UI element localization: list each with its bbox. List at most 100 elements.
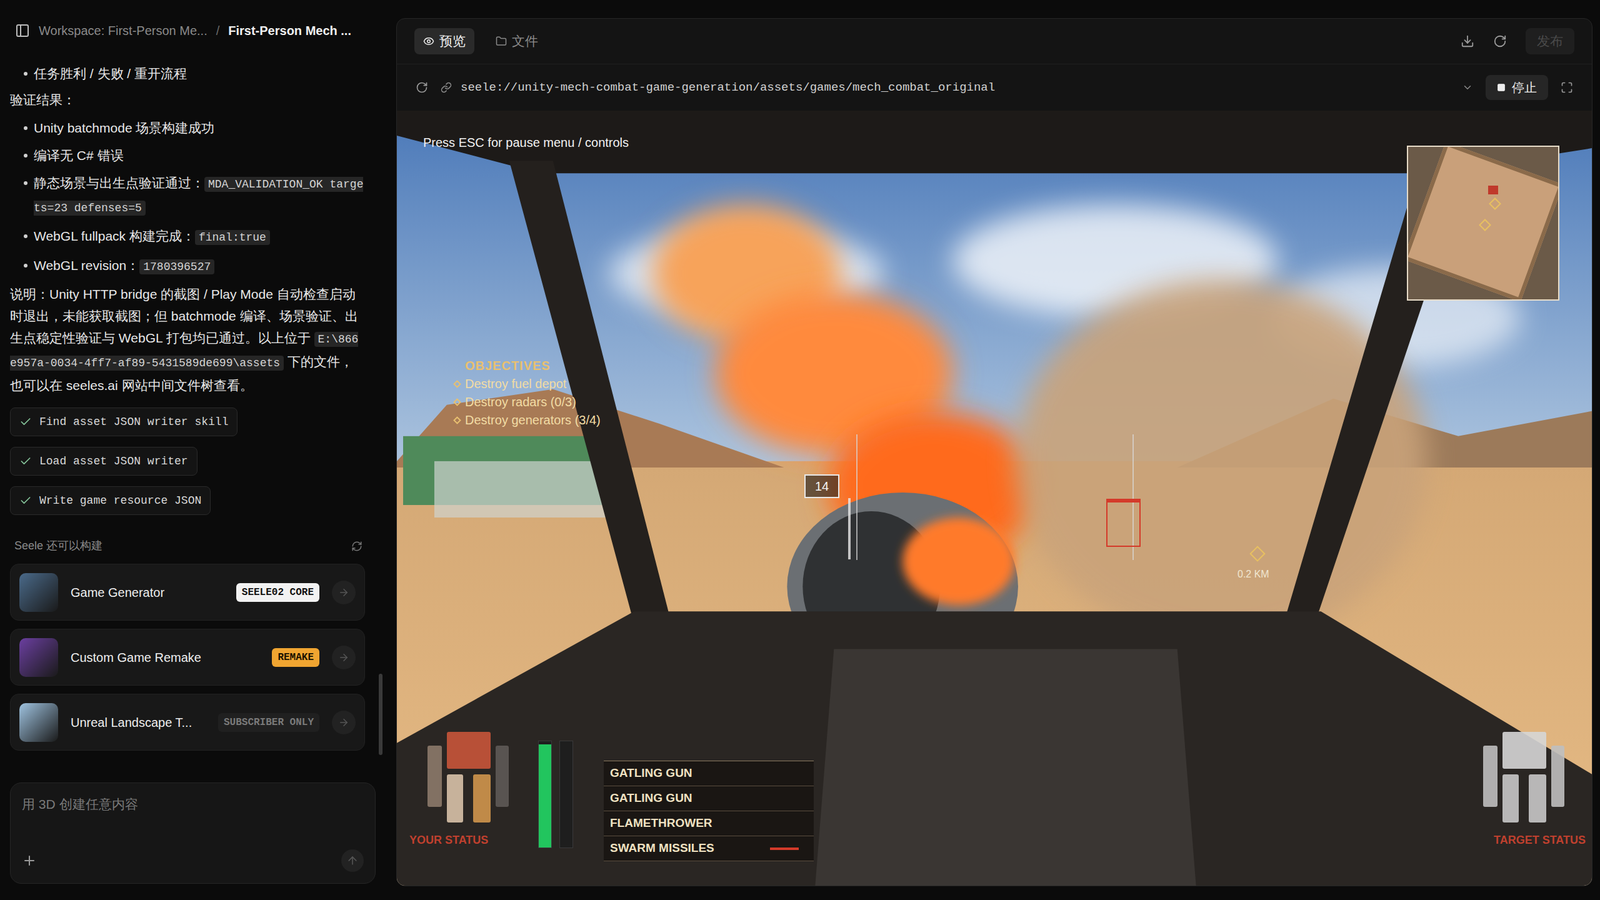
mech-part	[1502, 774, 1519, 823]
target-bracket	[856, 434, 1134, 560]
target-range-label: 14	[804, 474, 840, 499]
scrollbar[interactable]	[378, 673, 383, 755]
arrow-right-icon	[338, 651, 350, 664]
add-icon[interactable]	[21, 853, 37, 869]
minimap-target-icon	[1488, 185, 1499, 195]
results-heading: 验证结果：	[10, 88, 365, 111]
suggestion-badge: SUBSCRIBER ONLY	[218, 713, 320, 732]
objective-diamond-icon	[453, 398, 462, 407]
prompt-input[interactable]: 用 3D 创建任意内容	[21, 794, 364, 815]
url-field[interactable]: seele://unity-mech-combat-game-generatio…	[440, 78, 1474, 97]
your-status-label: YOUR STATUS	[409, 831, 489, 849]
preview-tab[interactable]: 预览	[414, 28, 475, 55]
result-item: WebGL revision：1780396527	[10, 254, 365, 279]
weapon-row: FLAMETHROWER	[603, 811, 814, 837]
bullet-item: 任务胜利 / 失败 / 重开流程	[10, 62, 365, 85]
mech-part	[427, 745, 442, 807]
open-suggestion-button[interactable]	[331, 645, 356, 670]
inline-code: 1780396527	[139, 259, 215, 275]
mech-part	[1551, 745, 1565, 807]
download-icon[interactable]	[1460, 34, 1475, 49]
your-status: YOUR STATUS	[409, 730, 512, 849]
suggestion-badge: SEELE02 CORE	[236, 583, 320, 602]
check-icon	[19, 455, 32, 468]
breadcrumb-current: First-Person Mech ...	[228, 21, 352, 40]
target-mech-icon	[1480, 730, 1567, 826]
preview-header: 预览文件 发布	[396, 18, 1592, 64]
url-bar: seele://unity-mech-combat-game-generatio…	[396, 63, 1592, 111]
link-icon	[440, 81, 452, 94]
check-icon	[19, 415, 32, 429]
reload-bar	[770, 847, 799, 850]
chevron-down-icon[interactable]	[1461, 81, 1474, 94]
objective-diamond-icon	[453, 416, 462, 425]
objective-diamond-icon	[453, 380, 462, 389]
preview-panel: 预览文件 发布 seele://unity-mech-combat-game-gen…	[396, 18, 1593, 887]
refresh-page-icon[interactable]	[415, 81, 429, 94]
objectives: OBJECTIVESDestroy fuel depotDestroy rada…	[454, 356, 601, 430]
weapon-row: GATLING GUN	[603, 761, 814, 787]
game-view[interactable]: Press ESC for pause menu / controlsOBJEC…	[396, 110, 1592, 886]
status-meter	[559, 740, 574, 849]
objective-item: Destroy radars (0/3)	[454, 393, 601, 412]
your-mech-icon	[424, 730, 512, 826]
inline-code: MDA_VALIDATION_OK targets=23 defenses=5	[33, 176, 364, 216]
suggestion-badge: REMAKE	[271, 648, 320, 667]
chat-panel: Workspace: First-Person Me... / First-Pers…	[0, 0, 384, 900]
composer: 用 3D 创建任意内容	[10, 782, 376, 884]
result-item: 静态场景与出生点验证通过：MDA_VALIDATION_OK targets=2…	[10, 171, 365, 220]
crosshair	[1106, 498, 1141, 547]
mech-part	[495, 745, 509, 807]
publish-button[interactable]: 发布	[1525, 28, 1575, 55]
result-item: WebGL fullpack 构建完成：final:true	[10, 225, 365, 249]
check-icon	[19, 494, 32, 507]
arrow-right-icon	[338, 716, 350, 729]
suggestions-header: Seele 还可以构建	[10, 537, 365, 555]
sidebar-toggle-icon[interactable]	[15, 23, 30, 39]
minimap	[1406, 145, 1560, 301]
fullscreen-icon[interactable]	[1560, 81, 1574, 94]
breadcrumb-separator: /	[216, 21, 220, 40]
target-health-line	[848, 498, 851, 560]
open-suggestion-button[interactable]	[331, 710, 356, 735]
status-meter	[538, 740, 552, 849]
mech-part	[1528, 774, 1547, 823]
folder-icon	[495, 35, 507, 47]
objective-item: Destroy fuel depot	[454, 375, 601, 394]
tool-step[interactable]: Write game resource JSON	[10, 486, 211, 515]
open-suggestion-button[interactable]	[331, 580, 356, 605]
suggestion-thumbnail	[19, 703, 59, 742]
mech-part	[1483, 745, 1498, 807]
mech-part	[473, 774, 491, 823]
chat-scroll: 任务胜利 / 失败 / 重开流程验证结果： Unity batchmode 场景构…	[0, 61, 384, 775]
tool-step[interactable]: Find asset JSON writer skill	[10, 407, 238, 437]
arrow-up-icon	[346, 854, 359, 867]
suggestion-card[interactable]: Game GeneratorSEELE02 CORE	[10, 563, 365, 621]
mech-part	[1502, 731, 1547, 769]
mech-part	[446, 774, 464, 823]
reload-icon[interactable]	[1493, 34, 1507, 49]
note-paragraph: 说明：Unity HTTP bridge 的截图 / Play Mode 自动检…	[10, 283, 365, 397]
suggestion-thumbnail	[19, 573, 59, 612]
tool-steps: Find asset JSON writer skill Load asset J…	[10, 407, 365, 515]
stop-button[interactable]: 停止	[1485, 75, 1549, 100]
status-meters	[538, 740, 574, 849]
target-status: TARGET STATUS	[1480, 730, 1586, 849]
send-button[interactable]	[341, 849, 364, 872]
objectives-title: OBJECTIVES	[454, 356, 601, 375]
suggestion-card[interactable]: Unreal Landscape T...SUBSCRIBER ONLY	[10, 693, 365, 751]
preview-tab[interactable]: 文件	[486, 28, 547, 55]
breadcrumb-workspace[interactable]: Workspace: First-Person Me...	[38, 21, 208, 40]
weapon-row: SWARM MISSILES	[603, 836, 814, 862]
breadcrumb: Workspace: First-Person Me... / First-Pers…	[0, 0, 384, 62]
tool-step[interactable]: Load asset JSON writer	[10, 446, 198, 476]
waypoint-distance: 0.2 KM	[1237, 566, 1270, 582]
suggestion-card[interactable]: Custom Game RemakeREMAKE	[10, 628, 365, 686]
result-item: Unity batchmode 场景构建成功	[10, 116, 365, 139]
target-status-label: TARGET STATUS	[1493, 831, 1586, 849]
suggestion-thumbnail	[19, 638, 59, 677]
app: Workspace: First-Person Me... / First-Pers…	[0, 0, 1600, 900]
result-item: 编译无 C# 错误	[10, 144, 365, 167]
refresh-icon[interactable]	[351, 540, 363, 552]
eye-icon	[423, 35, 435, 47]
